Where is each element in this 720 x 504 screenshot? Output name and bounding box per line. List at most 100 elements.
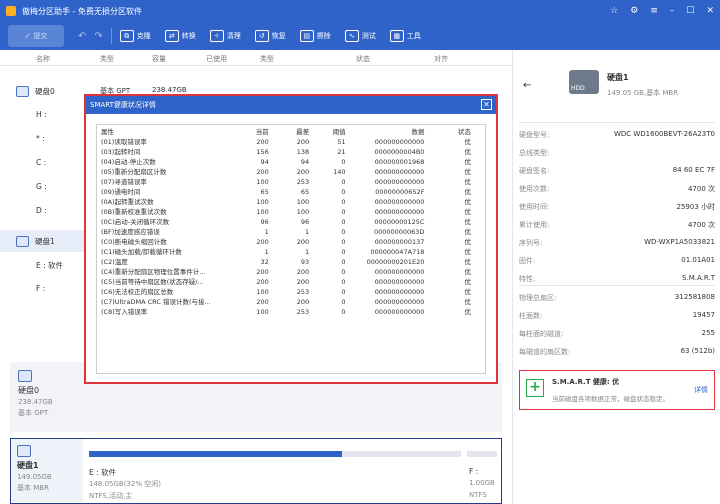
minimize-icon[interactable]: – (670, 6, 675, 16)
close-icon[interactable]: ✕ (481, 99, 492, 110)
table-row[interactable]: (05)重新分配扇区计数 200 200 140 000000000000 优 (101, 167, 477, 177)
property-key: 总线类型: (519, 149, 550, 157)
disk-row-0[interactable]: 硬盘0 (0, 80, 86, 102)
partition-f-bar[interactable] (467, 451, 497, 457)
property-key: 特性: (519, 275, 536, 283)
cell-current: 200 (256, 268, 269, 276)
menu-icon[interactable]: ≡ (650, 6, 658, 16)
recover-button[interactable]: ↺ 恢复 (254, 30, 286, 42)
maximize-icon[interactable]: ☐ (686, 6, 694, 16)
table-row[interactable]: (04)启动-停止次数 94 94 0 000000001968 优 (101, 157, 477, 167)
table-row[interactable]: (0B)重新校准重试次数 100 100 0 000000000000 优 (101, 207, 477, 217)
table-row[interactable]: (C8)写入错误率 100 253 0 000000000000 优 (101, 307, 477, 317)
card1-size: 149.05GB (17, 473, 52, 481)
partition-e-bar[interactable] (89, 451, 461, 457)
cell-status: 优 (464, 298, 472, 306)
header-worst: 最差 (296, 128, 310, 136)
cell-current: 94 (260, 158, 269, 166)
card1-type: 基本 MBR (17, 484, 49, 492)
submit-button[interactable]: ✓ 提交 (8, 25, 64, 47)
cell-status: 优 (464, 218, 472, 226)
property-key: 每柱面的磁道: (519, 330, 564, 338)
cell-status: 优 (464, 288, 472, 296)
tools-button[interactable]: ▦ 工具 (389, 30, 421, 42)
settings-icon[interactable]: ⚙ (630, 6, 638, 16)
table-row[interactable]: (0C)启动-关闭循环次数 96 96 0 00000000125C 优 (101, 217, 477, 227)
recover-icon: ↺ (254, 30, 269, 42)
table-row[interactable]: (03)起转时间 156 138 21 0000000004B0 优 (101, 147, 477, 157)
table-row[interactable]: (C7)UltraDMA CRC 错误计数(与接... 200 200 0 000000… (101, 297, 477, 307)
cell-threshold: 140 (333, 168, 346, 176)
table-row[interactable]: (0A)起转重试次数 100 100 0 000000000000 优 (101, 197, 477, 207)
clean-button[interactable]: ✧ 清理 (209, 30, 241, 42)
star-icon[interactable]: ☆ (610, 6, 618, 16)
property-key: 序列号: (519, 239, 543, 247)
cell-status: 优 (464, 188, 472, 196)
cell-current: 200 (256, 238, 269, 246)
table-row[interactable]: (BF)加速度感应错误 1 1 0 00000000063D 优 (101, 227, 477, 237)
disk-card-1[interactable]: 硬盘1 149.05GB 基本 MBR E : 软件 148.05GB(32% … (10, 438, 502, 504)
partition-row-d[interactable]: D : (36, 206, 47, 215)
disk-properties-pane: ← HDD 硬盘1 149.05 GB,基本 MBR 硬盘型号: WDC WD16… (512, 50, 720, 504)
cell-worst: 100 (296, 208, 310, 216)
table-row[interactable]: (C5)当前等待中扇区数(状态存疑/... 200 200 0 000000000000… (101, 277, 477, 287)
partition-row-c[interactable]: C : (36, 158, 46, 167)
disk-icon (18, 370, 32, 382)
property-key: 硬盘签名: (519, 167, 550, 175)
partition-row-e[interactable]: E : 软件 (36, 260, 63, 271)
table-row[interactable]: (C1)磁头加载/卸载循环计数 1 1 0 000000047A718 优 (101, 247, 477, 257)
convert-button[interactable]: ⇄ 转换 (164, 30, 196, 42)
cell-status: 优 (464, 238, 472, 246)
undo-icon[interactable]: ↶ (78, 31, 86, 42)
partition-row-h[interactable]: H : (36, 110, 47, 119)
table-row[interactable]: (C6)无法校正的扇区总数 100 253 0 000000000000 优 (101, 287, 477, 297)
wipe-button[interactable]: ▤ 擦除 (299, 30, 331, 42)
cell-raw-data: 000000001968 (374, 158, 425, 166)
cell-attr: (09)通电时间 (101, 188, 141, 196)
column-header: 名称 类型 容量 已使用 类型 状态 对齐 (0, 50, 512, 66)
table-row[interactable]: (C2)温度 32 93 0 00000000201E20 优 (101, 257, 477, 267)
cell-threshold: 0 (341, 158, 346, 166)
property-value: S.M.A.R.T (682, 274, 715, 282)
close-window-icon[interactable]: ✕ (706, 6, 714, 16)
disk-icon (17, 445, 31, 457)
test-button[interactable]: ∿ 测试 (344, 30, 376, 42)
health-desc: 当前磁盘各项数据正常，磁盘状态稳定。 (552, 395, 669, 403)
property-value: 25903 小时 (676, 203, 716, 211)
cell-threshold: 0 (341, 228, 346, 236)
cell-status: 优 (464, 148, 472, 156)
property-value: WD-WXP1A5033821 (644, 238, 715, 246)
cell-raw-data: 000000000000 (374, 208, 425, 216)
header-status: 状态 (458, 128, 471, 136)
cell-current: 100 (256, 178, 269, 186)
redo-icon[interactable]: ↷ (94, 31, 102, 42)
cell-status: 优 (464, 308, 472, 316)
property-value: WDC WD1600BEVT-26A23T0 (613, 130, 715, 138)
convert-icon: ⇄ (164, 30, 179, 42)
clean-icon: ✧ (209, 30, 224, 42)
cell-raw-data: 000000000000 (374, 198, 425, 206)
cell-status: 优 (464, 178, 472, 186)
table-row[interactable]: (07)寻道错误率 100 253 0 000000000000 优 (101, 177, 477, 187)
cell-current: 200 (256, 278, 269, 286)
cell-worst: 200 (296, 138, 310, 146)
disk-row-1[interactable]: 硬盘1 (0, 230, 86, 252)
cell-threshold: 0 (341, 208, 346, 216)
table-row[interactable]: (09)通电时间 65 65 0 00000000652F 优 (101, 187, 477, 197)
right-disk-name: 硬盘1 (607, 73, 629, 82)
cell-worst: 1 (305, 228, 310, 236)
partition-f-fs: NTFS (469, 491, 487, 499)
partition-row-g[interactable]: G : (36, 182, 47, 191)
table-row[interactable]: (01)读取错误率 200 200 51 000000000000 优 (101, 137, 477, 147)
back-arrow-icon[interactable]: ← (523, 80, 531, 91)
partition-row-f[interactable]: F : (36, 284, 45, 293)
cell-worst: 94 (300, 158, 310, 166)
cell-threshold: 0 (341, 248, 346, 256)
clone-button[interactable]: ⧉ 克隆 (119, 30, 151, 42)
title-bar: 傲梅分区助手 - 免费无损分区软件 ☆ ⚙ ≡ – ☐ ✕ (0, 0, 720, 22)
cell-status: 优 (464, 198, 472, 206)
partition-row-star[interactable]: * : (36, 134, 45, 143)
table-row[interactable]: (C4)重新分配扇区物理位置事件计... 200 200 0 000000000000 优 (101, 267, 477, 277)
details-link[interactable]: 详情 (694, 385, 708, 395)
table-row[interactable]: (C0)断电磁头缩回计数 200 200 0 000000000137 优 (101, 237, 477, 247)
